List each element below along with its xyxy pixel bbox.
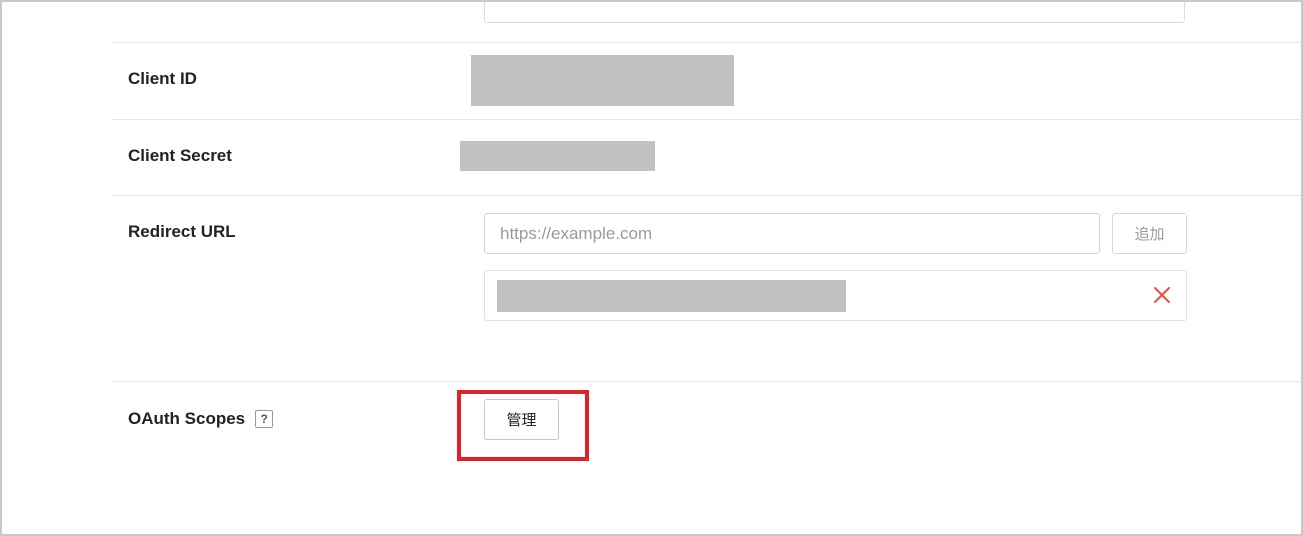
oauth-scopes-label: OAuth Scopes ? [128,409,274,429]
oauth-scopes-label-text: OAuth Scopes [128,409,246,428]
redirect-url-input[interactable] [484,213,1100,254]
manage-scopes-button[interactable]: 管理 [484,399,559,440]
close-icon[interactable] [1152,285,1172,305]
help-icon[interactable]: ? [255,410,274,428]
client-id-value-redacted [471,55,734,106]
app-frame: Client ID Client Secret Redirect URL 追加 … [0,0,1303,536]
client-secret-value-redacted [460,141,655,171]
row-divider [112,119,1301,120]
row-divider [112,42,1301,43]
manage-button-label: 管理 [506,411,537,429]
client-secret-label: Client Secret [128,146,232,166]
redirect-url-value-redacted [497,280,846,312]
add-button-label: 追加 [1134,225,1165,243]
redirect-url-label-text: Redirect URL [128,222,236,241]
row-divider [112,381,1301,382]
redirect-url-label: Redirect URL [128,222,236,242]
client-id-label: Client ID [128,69,197,89]
client-id-label-text: Client ID [128,69,197,88]
row-divider [112,195,1301,196]
add-redirect-url-button[interactable]: 追加 [1112,213,1187,254]
client-secret-label-text: Client Secret [128,146,232,165]
previous-field-input[interactable] [484,2,1185,23]
